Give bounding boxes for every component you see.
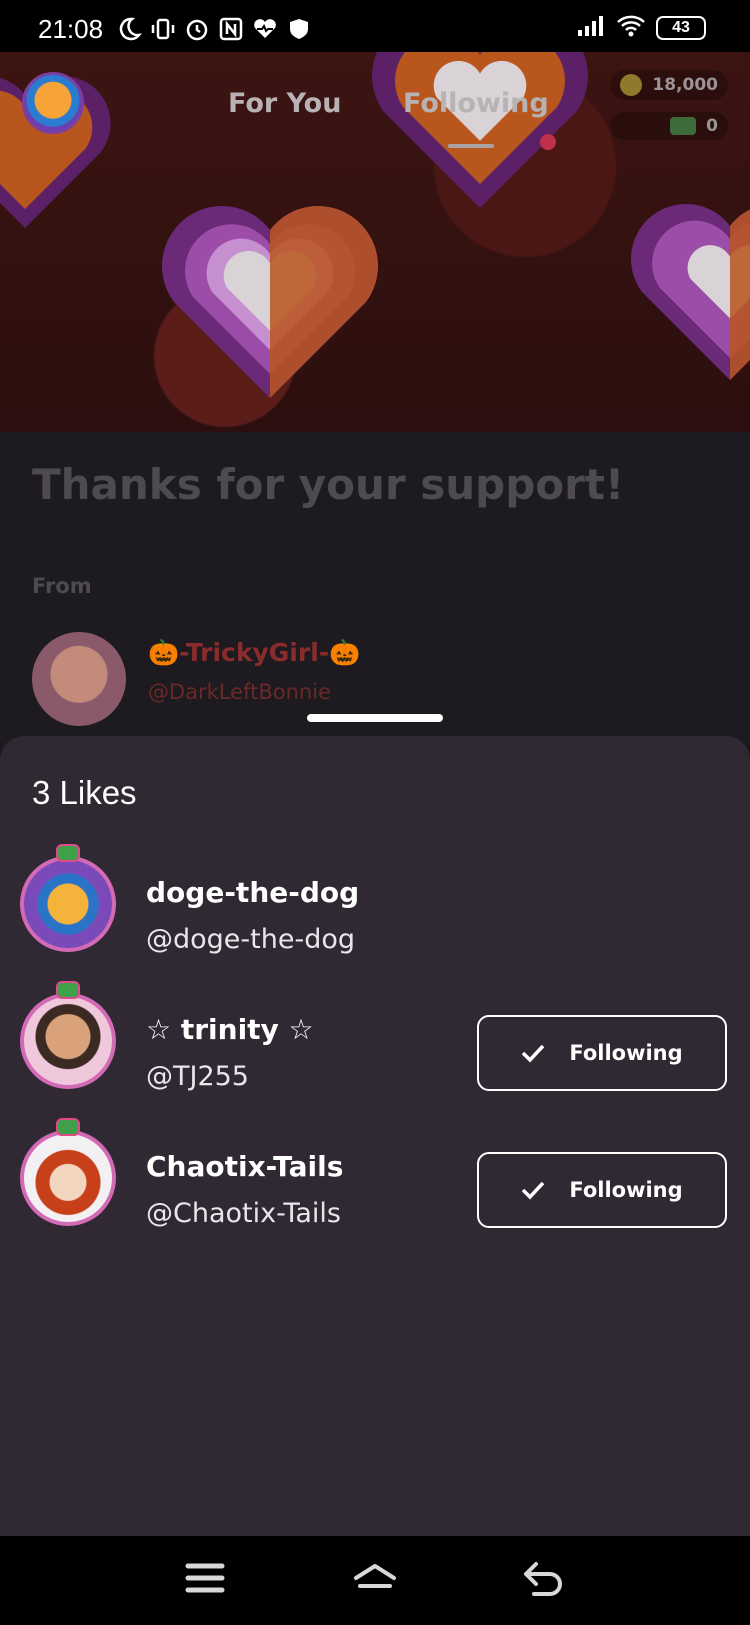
cash-amount: 0 [706,116,718,136]
user-handle[interactable]: @TJ255 [146,1061,249,1092]
heart-decoration [631,204,750,380]
system-nav-bar [0,1536,750,1625]
coin-amount: 18,000 [652,75,718,95]
coin-icon [620,74,643,96]
signal-icon [576,14,606,42]
checkmark-icon [522,1181,545,1200]
alarm-icon [184,16,210,41]
notification-dot [540,134,556,150]
author-handle[interactable]: @DarkLeftBonnie [148,680,331,704]
status-icons-left [116,16,312,41]
from-label: From [32,574,92,598]
back-icon[interactable] [520,1556,570,1602]
badge-icon [56,1118,80,1136]
cash-icon [670,117,697,135]
list-item[interactable]: Chaotix-Tails @Chaotix-Tails Following [0,1118,750,1230]
likes-count-title: 3 Likes [32,774,137,811]
top-nav: For You Following 18,000 0 [0,52,750,162]
nfc-icon [218,16,244,41]
author-name[interactable]: 🎃-TrickyGirl-🎃 [148,638,360,668]
badge-icon [56,844,80,862]
user-display-name[interactable]: doge-the-dog [146,876,359,909]
sheet-drag-handle[interactable] [307,714,443,722]
status-bar: 21:08 43 [0,0,750,52]
user-handle[interactable]: @doge-the-dog [146,924,355,955]
status-time: 21:08 [38,14,104,44]
heart-decoration [162,206,378,398]
coin-balance[interactable]: 18,000 [610,70,728,100]
active-tab-indicator [448,144,494,148]
moon-icon [116,16,142,41]
following-button-label: Following [569,1178,683,1202]
profile-avatar[interactable] [22,72,84,134]
following-button[interactable]: Following [477,1152,727,1228]
badge-icon [56,981,80,999]
list-item[interactable]: ☆ trinity ☆ @TJ255 Following [0,981,750,1093]
home-icon[interactable] [350,1556,400,1602]
likes-sheet: 3 Likes doge-the-dog @doge-the-dog ☆ tri… [0,736,750,1536]
post-title: Thanks for your support! [32,460,625,509]
menu-icon[interactable] [180,1556,230,1602]
user-handle[interactable]: @Chaotix-Tails [146,1198,341,1229]
tab-following[interactable]: Following [403,88,549,119]
author-avatar[interactable] [32,632,126,726]
health-icon [252,16,278,40]
user-display-name[interactable]: ☆ trinity ☆ [146,1013,314,1046]
following-button-label: Following [569,1041,683,1065]
wifi-icon [616,14,646,42]
list-item[interactable]: doge-the-dog @doge-the-dog [0,844,750,956]
avatar[interactable] [20,856,116,952]
avatar[interactable] [20,993,116,1089]
tab-for-you[interactable]: For You [228,88,341,119]
checkmark-icon [522,1044,545,1063]
status-icons-right: 43 [576,14,706,42]
user-display-name[interactable]: Chaotix-Tails [146,1150,343,1183]
shield-icon [286,16,312,40]
cash-balance[interactable]: 0 [610,112,728,140]
battery-icon: 43 [656,16,706,40]
wallet[interactable]: 18,000 0 [610,70,728,152]
post-card: Thanks for your support! From 🎃-TrickyGi… [0,432,750,732]
avatar[interactable] [20,1130,116,1226]
vibrate-icon [150,16,176,40]
screen: 21:08 43 For You Following 18,000 0 Than… [0,0,750,1625]
following-button[interactable]: Following [477,1015,727,1091]
